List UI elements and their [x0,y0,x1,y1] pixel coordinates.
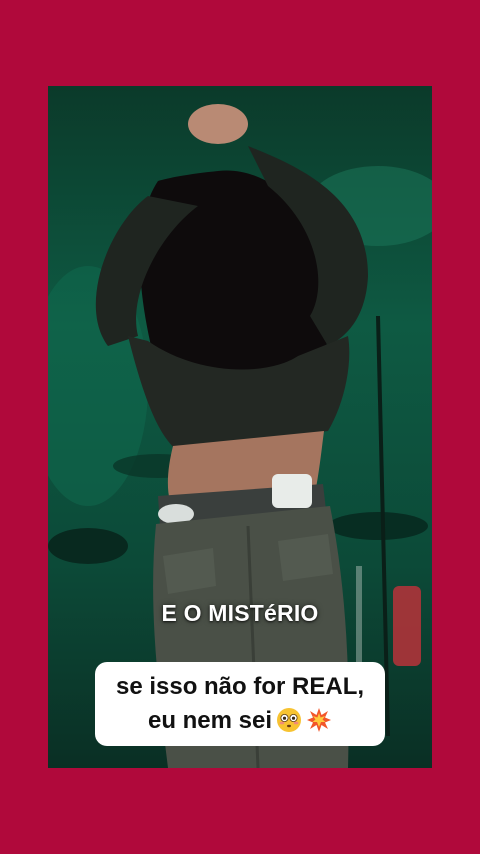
video-title-overlay: E O MISTéRIO [161,600,319,626]
story-frame: E O MISTéRIO se isso não for REAL, eu ne… [0,0,480,854]
caption-bubble: se isso não for REAL, eu nem sei [95,662,385,746]
caption-line-1: se isso não for REAL, [115,673,365,700]
caption-line-2: eu nem sei [101,704,379,738]
collision-icon [307,708,332,732]
flushed-face-icon [277,708,302,732]
caption-line-2-text: eu nem sei [147,707,273,734]
